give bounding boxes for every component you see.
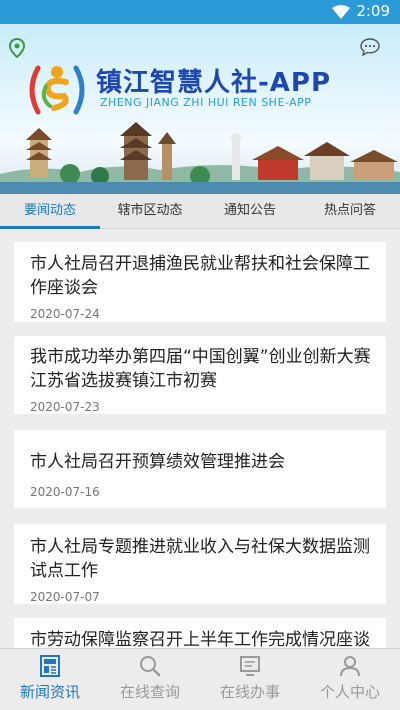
nav-news-label: 新闻资讯 (19, 683, 80, 701)
nav-search-label: 在线查询 (119, 683, 180, 701)
news-title: 我市成功举办第四届“中国创翼”创业创新大赛江苏省选拔赛镇江市初赛 (30, 347, 371, 391)
location-icon[interactable] (8, 38, 26, 58)
nav-profile[interactable]: 个人中心 (300, 649, 400, 710)
list-item[interactable]: 市人社局专题推进就业收入与社保大数据监测试点工作 2020-07-07 (14, 524, 386, 604)
status-bar: 2:09 (0, 0, 400, 24)
category-tabs: 要闻动态 辖市区动态 通知公告 热点问答 (0, 194, 400, 229)
news-title: 市人社局专题推进就业收入与社保大数据监测试点工作 (30, 537, 370, 581)
banner-title: 镇江智慧人社-APP (96, 68, 332, 98)
nav-service-label: 在线办事 (219, 683, 280, 701)
tab-district-news[interactable]: 辖市区动态 (100, 194, 200, 228)
nav-news[interactable]: 新闻资讯 (0, 649, 100, 710)
monitor-icon (240, 656, 260, 676)
tab-headline-news[interactable]: 要闻动态 (0, 194, 100, 229)
list-item[interactable]: 市人社局召开预算绩效管理推进会 2020-07-16 (14, 430, 386, 508)
bottom-nav: 新闻资讯 在线查询 在线办事 个人中心 (0, 648, 400, 710)
banner-subtitle: ZHENG JIANG ZHI HUI REN SHE-APP (100, 96, 312, 109)
news-icon (40, 655, 60, 677)
news-date: 2020-07-24 (30, 307, 100, 321)
wifi-icon (332, 5, 350, 19)
status-time: 2:09 (356, 2, 390, 20)
person-icon (340, 656, 360, 677)
news-title: 市人社局召开退捕渔民就业帮扶和社会保障工作座谈会 (30, 254, 370, 298)
nav-service[interactable]: 在线办事 (200, 649, 300, 710)
list-item[interactable]: 我市成功举办第四届“中国创翼”创业创新大赛江苏省选拔赛镇江市初赛 2020-07… (14, 336, 386, 414)
news-date: 2020-07-23 (30, 400, 100, 414)
news-date: 2020-07-07 (30, 590, 100, 604)
header-banner: 镇江智慧人社-APP ZHENG JIANG ZHI HUI REN SHE-A… (0, 24, 400, 194)
tab-notices[interactable]: 通知公告 (200, 194, 300, 228)
nav-profile-label: 个人中心 (319, 683, 380, 701)
app-logo (29, 65, 85, 115)
list-item[interactable]: 市人社局召开退捕渔民就业帮扶和社会保障工作座谈会 2020-07-24 (14, 242, 386, 322)
tab-hot-qa[interactable]: 热点问答 (300, 194, 400, 228)
news-date: 2020-07-16 (30, 485, 100, 499)
news-title: 市人社局召开预算绩效管理推进会 (30, 452, 285, 472)
city-skyline-illustration (0, 122, 400, 194)
search-icon (140, 656, 161, 677)
nav-search[interactable]: 在线查询 (100, 649, 200, 710)
message-icon[interactable] (360, 38, 380, 56)
